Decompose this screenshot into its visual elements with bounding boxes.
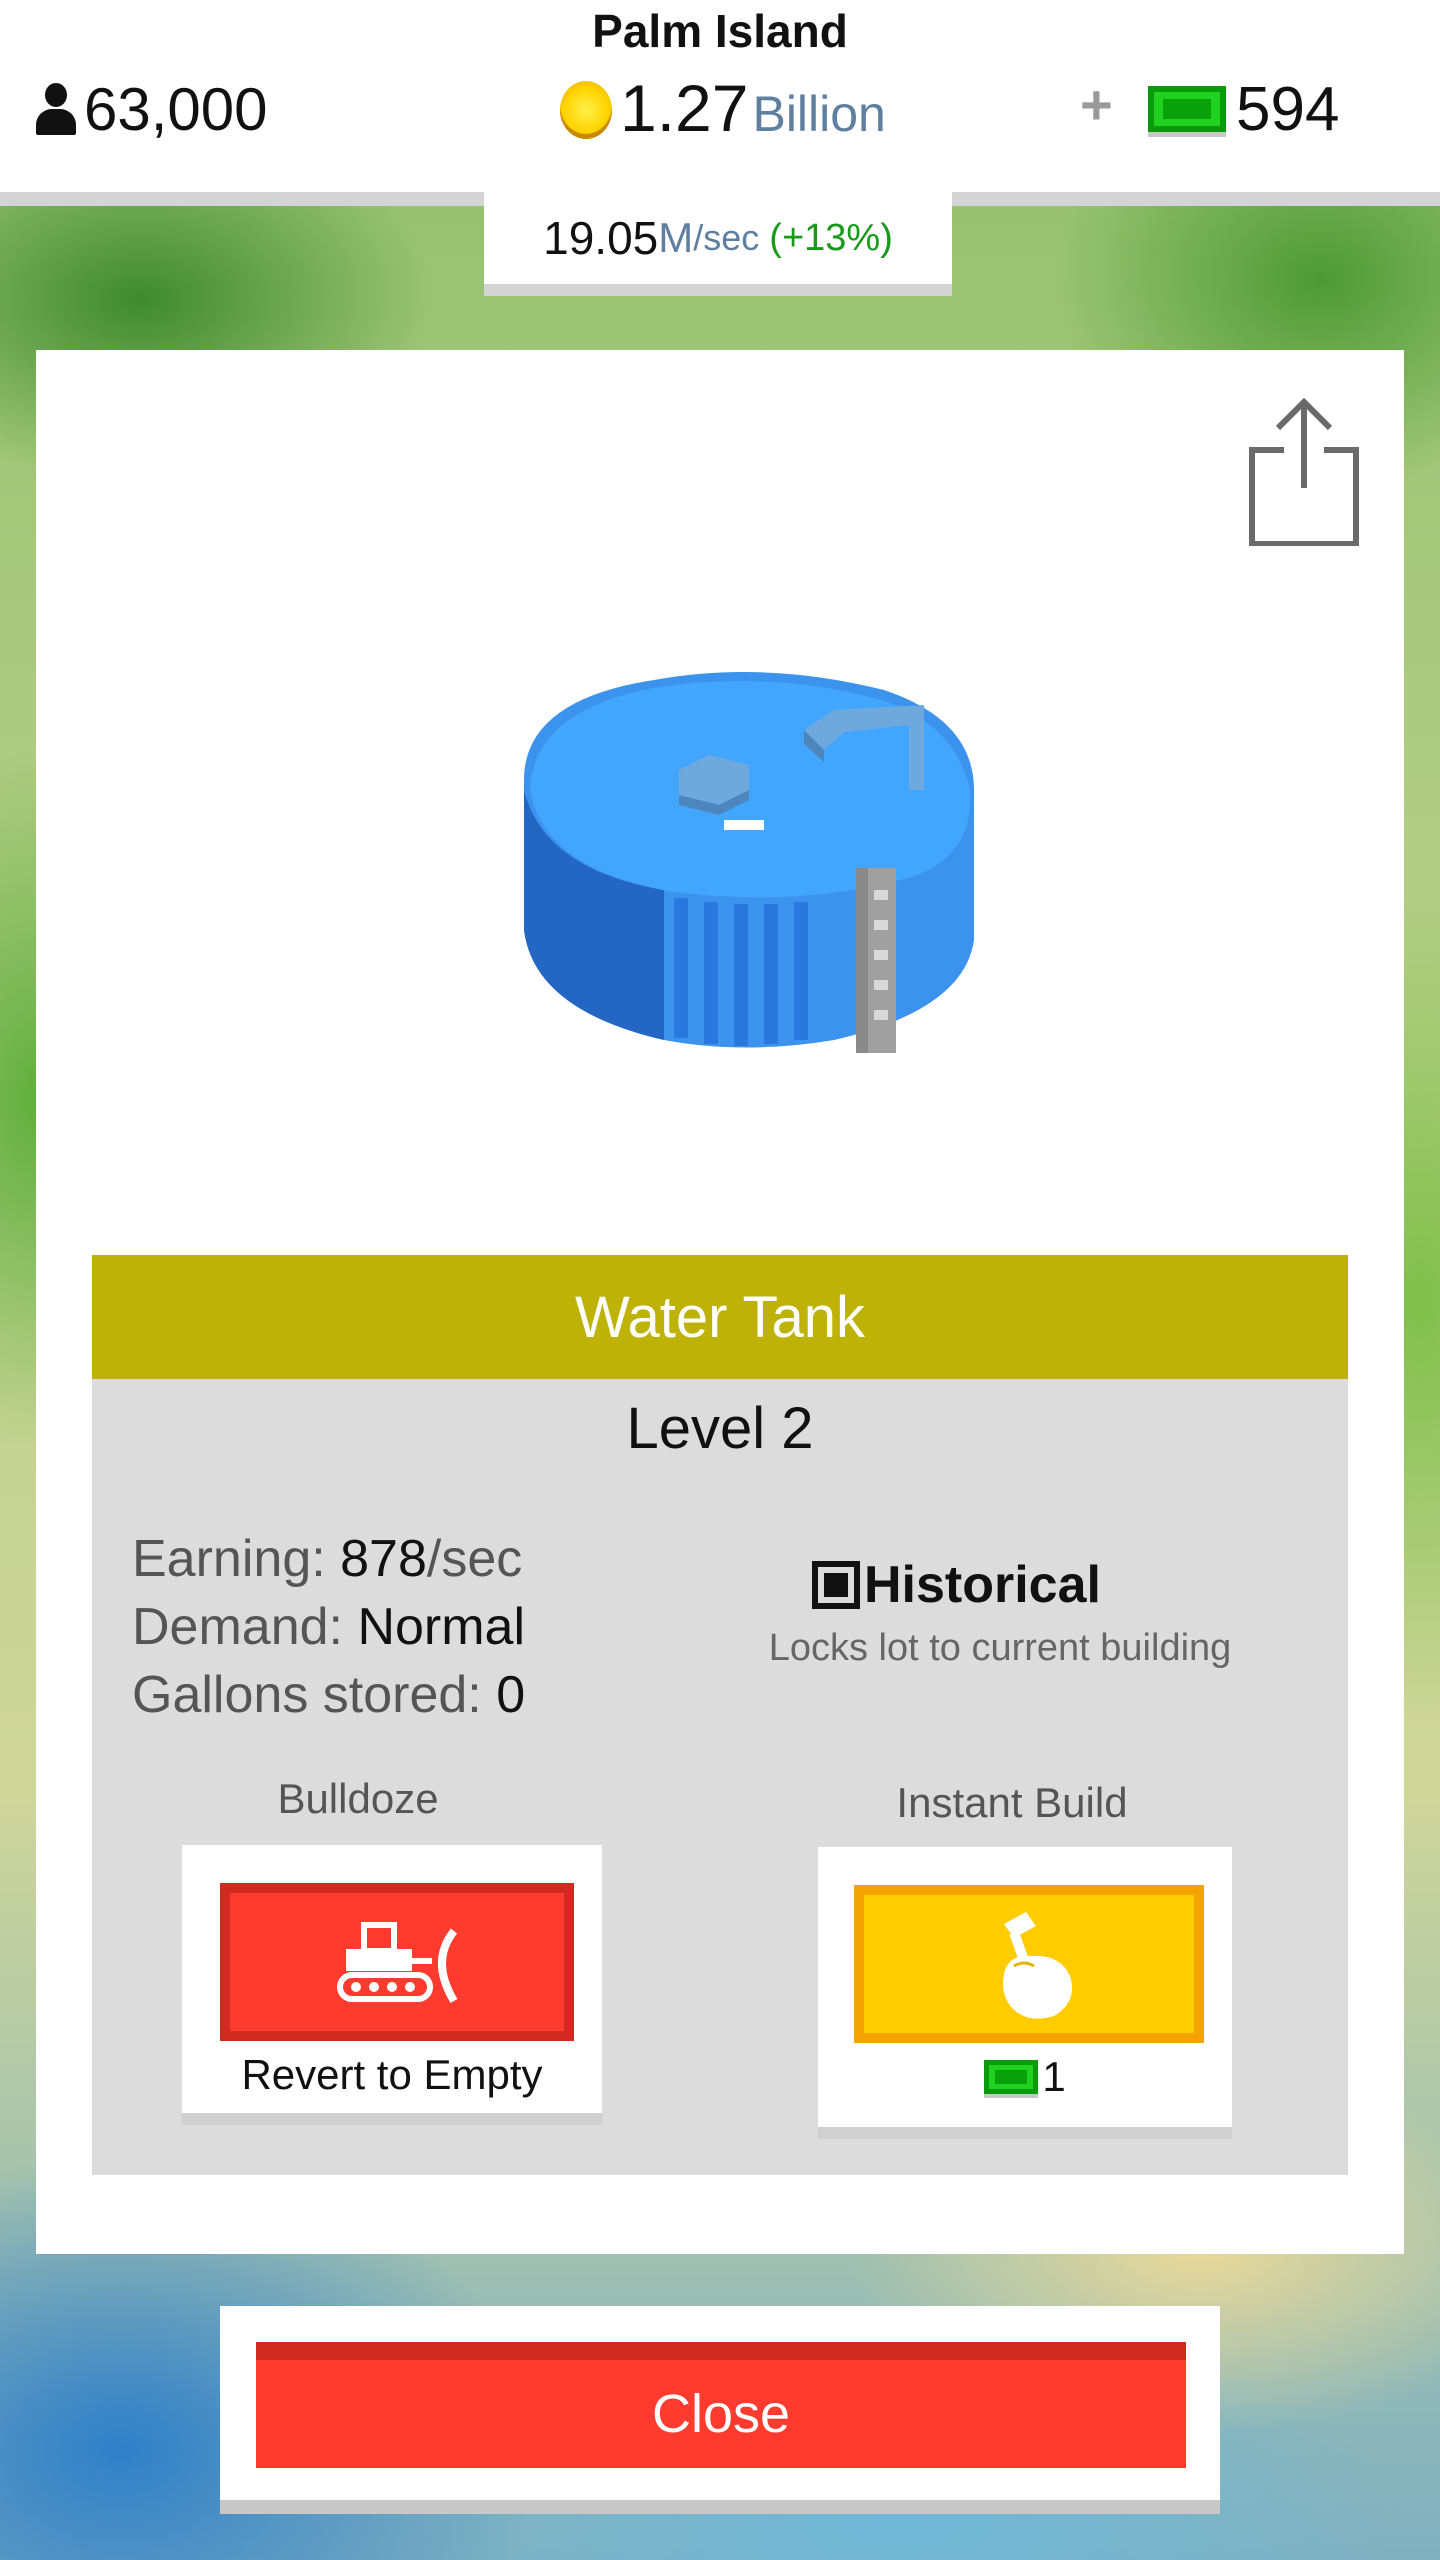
cash-icon	[984, 2060, 1039, 2094]
cash-counter[interactable]: 594	[1148, 74, 1339, 144]
water-tank-model	[524, 672, 974, 1053]
building-panel: Water Tank Level 2 Earning: 878/sec Dema…	[36, 350, 1404, 2254]
bulldoze-label: Bulldoze	[277, 1775, 439, 1822]
historical-checkbox[interactable]	[812, 1561, 860, 1609]
coin-icon	[560, 81, 612, 139]
stat-gallons: Gallons stored: 0	[132, 1666, 526, 1724]
cash-value: 594	[1236, 74, 1340, 144]
rate-per: /sec	[693, 217, 760, 258]
close-card: Close	[220, 2306, 1220, 2514]
instant-build-cost: 1	[818, 2053, 1232, 2101]
instant-build-cost-value: 1	[1042, 2053, 1066, 2100]
population-value: 63,000	[84, 75, 268, 143]
bulldoze-button[interactable]	[220, 1883, 574, 2041]
money-unit: Billion	[752, 86, 886, 142]
income-rate: 19.05 M/sec (+13%)	[484, 192, 952, 296]
instant-build-button[interactable]	[854, 1885, 1204, 2043]
historical-toggle[interactable]: Historical	[812, 1555, 1101, 1615]
hammer-hand-icon	[1003, 1912, 1072, 2019]
building-info: Water Tank Level 2 Earning: 878/sec Dema…	[92, 1255, 1348, 2175]
rate-unit: M	[658, 214, 694, 261]
bulldoze-caption: Revert to Empty	[241, 2051, 543, 2098]
rate-bonus: (+13%)	[769, 216, 893, 259]
share-icon[interactable]	[1244, 398, 1364, 546]
building-stats: Earning: 878/sec Demand: Normal Gallons …	[132, 1525, 525, 1729]
bulldoze-card: Revert to Empty	[182, 1845, 602, 2125]
historical-description: Locks lot to current building	[768, 1627, 1232, 1669]
money-counter: 1.27 Billion	[560, 70, 886, 150]
person-icon	[34, 83, 78, 135]
historical-label: Historical	[864, 1556, 1101, 1614]
population-counter: 63,000	[34, 74, 268, 144]
instant-build-label: Instant Build	[896, 1779, 1128, 1826]
building-name: Water Tank	[92, 1255, 1348, 1379]
rate-value: 19.05	[543, 212, 659, 264]
money-value: 1.27	[620, 71, 749, 145]
bulldozer-icon	[337, 1922, 458, 2004]
stat-earning: Earning: 878/sec	[132, 1530, 523, 1588]
island-name: Palm Island	[592, 5, 848, 57]
close-button[interactable]: Close	[256, 2342, 1186, 2468]
building-level: Level 2	[626, 1396, 814, 1461]
instant-build-card: 1	[818, 1847, 1232, 2139]
cash-icon	[1148, 86, 1226, 132]
stat-demand: Demand: Normal	[132, 1598, 526, 1656]
buy-cash-plus-button[interactable]: +	[1080, 72, 1113, 137]
top-hud: Palm Island 63,000 1.27 Billion + 594	[0, 0, 1440, 206]
